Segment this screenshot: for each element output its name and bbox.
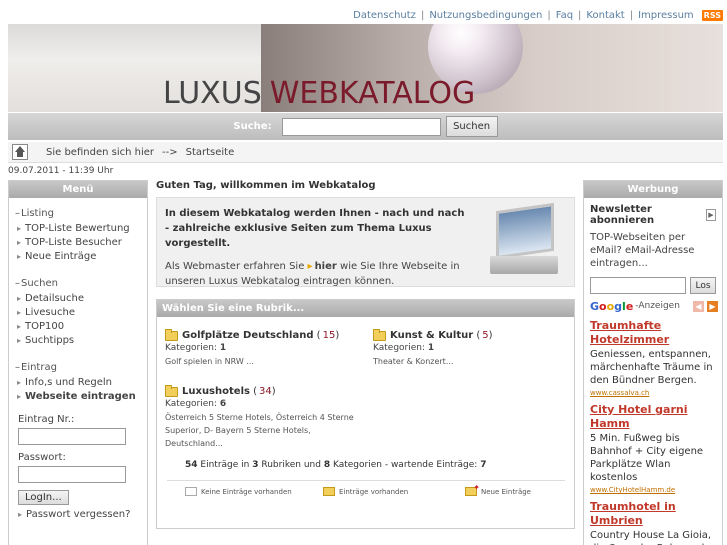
ad-url[interactable]: www.CityHotelHamm.de: [590, 486, 718, 494]
intro-text: Als Webmaster erfahren Sie hier wie Sie …: [165, 259, 475, 289]
hier-link[interactable]: hier: [308, 261, 337, 272]
breadcrumb-current[interactable]: Startseite: [186, 147, 235, 158]
left-sidebar: Menü Listing TOP-Liste Bewertung TOP-Lis…: [8, 180, 148, 545]
entry-label: Eintrag Nr.:: [18, 414, 75, 425]
category-luxushotels: Luxushotels (34) Kategorien: 6 Österreic…: [165, 384, 365, 450]
google-ads: Google -Anzeigen ◀ ▶ Traumhafte Hotelzimm…: [590, 299, 718, 545]
search-input[interactable]: [281, 117, 441, 136]
chevron-left-icon[interactable]: ◀: [693, 300, 704, 312]
section-title: Eintrag: [15, 362, 147, 373]
breadcrumb: Sie befinden sich hier --> Startseite: [8, 142, 723, 163]
section-title: Suchen: [15, 278, 147, 289]
legend-filled: Einträge vorhanden: [323, 487, 408, 496]
folder-icon: [373, 328, 386, 341]
menu-section-listing: Listing TOP-Liste Bewertung TOP-Liste Be…: [15, 208, 147, 264]
category-desc: Theater & Konzert...: [373, 357, 454, 366]
password-label: Passwort:: [18, 452, 66, 463]
menu-item-webseite-eintragen[interactable]: Webseite eintragen: [15, 390, 147, 404]
search-bar: Suche: Suchen: [8, 113, 723, 140]
rss-icon[interactable]: RSS: [701, 9, 723, 21]
category-link[interactable]: Kunst & Kultur: [390, 330, 473, 341]
search-label: Suche:: [233, 121, 272, 132]
link-nutzungsbedingungen[interactable]: Nutzungsbedingungen: [429, 10, 542, 21]
empty-folder-icon: [185, 487, 197, 496]
forgot-password-link[interactable]: Passwort vergessen?: [18, 508, 147, 522]
category-link[interactable]: Luxushotels: [182, 386, 250, 397]
login-form: Eintrag Nr.: Passwort: LogIn... Passwort…: [18, 414, 147, 522]
menu-item-top-bewertung[interactable]: TOP-Liste Bewertung: [15, 222, 147, 236]
newsletter-title: Newsletter abonnieren: [590, 204, 655, 226]
legend: Keine Einträge vorhanden Einträge vorhan…: [167, 480, 565, 500]
section-title: Listing: [15, 208, 147, 219]
google-logo: Google: [590, 299, 634, 313]
main-content: Guten Tag, willkommen im Webkatalog In d…: [156, 180, 575, 529]
menu-item-neue-eintraege[interactable]: Neue Einträge: [15, 250, 147, 264]
newsletter-box: Newsletter abonnieren ▶ TOP-Webseiten per…: [584, 198, 722, 294]
menu-header: Menü: [9, 181, 147, 198]
werbung-header: Werbung: [584, 181, 722, 198]
rubrik-panel: Wählen Sie eine Rubrik... Golfplätze Deu…: [156, 299, 575, 529]
link-datenschutz[interactable]: Datenschutz: [353, 10, 416, 21]
search-button[interactable]: Suchen: [445, 116, 498, 137]
intro-bold: In diesem Webkatalog werden Ihnen - nach…: [165, 208, 465, 249]
rubrik-header: Wählen Sie eine Rubrik...: [157, 300, 574, 317]
ad-url[interactable]: www.cassalva.ch: [590, 389, 718, 397]
breadcrumb-arrow: -->: [162, 146, 178, 158]
ad-title[interactable]: Traumhafte Hotelzimmer: [590, 319, 718, 347]
legend-new: Neue Einträge: [465, 483, 531, 496]
ad-title[interactable]: Traumhotel in Umbrien: [590, 500, 718, 528]
chevron-right-icon[interactable]: ▶: [707, 300, 718, 312]
ad-item: Traumhotel in Umbrien Country House La G…: [590, 500, 718, 545]
password-input[interactable]: [18, 466, 126, 483]
legend-empty: Keine Einträge vorhanden: [185, 487, 292, 496]
category-kunst: Kunst & Kultur (5) Kategorien: 1 Theater…: [373, 328, 563, 368]
category-golf: Golfplätze Deutschland (15) Kategorien: …: [165, 328, 365, 368]
new-folder-icon: [465, 483, 480, 496]
menu-item-detailsuche[interactable]: Detailsuche: [15, 292, 147, 306]
newsletter-text: TOP-Webseiten per eMail? eMail-Adresse e…: [590, 232, 695, 269]
greeting: Guten Tag, willkommen im Webkatalog: [156, 180, 376, 191]
folder-icon: [165, 328, 178, 341]
ads-label: -Anzeigen: [635, 301, 680, 311]
intro-box: In diesem Webkatalog werden Ihnen - nach…: [156, 197, 575, 287]
folder-icon: [165, 384, 178, 397]
top-links: Datenschutz | Nutzungsbedingungen | Faq | K…: [353, 9, 723, 21]
category-desc: Österreich 5 Sterne Hotels, Österreich 4…: [165, 413, 354, 448]
menu-section-eintrag: Eintrag Info,s und Regeln Webseite eintr…: [15, 362, 147, 404]
category-desc: Golf spielen in NRW ...: [165, 357, 254, 366]
menu-section-suchen: Suchen Detailsuche Livesuche TOP100 Such…: [15, 278, 147, 348]
header-banner: LUXUS WEBKATALOG: [8, 24, 723, 112]
monitor-image: [488, 202, 560, 279]
ad-desc: Geniessen, entspannen, märchenhafte Träu…: [590, 349, 713, 386]
folder-icon: [323, 487, 335, 496]
site-logo[interactable]: LUXUS WEBKATALOG: [163, 76, 475, 111]
breadcrumb-prefix: Sie befinden sich hier: [46, 146, 154, 158]
home-icon[interactable]: [12, 144, 28, 160]
ad-item: City Hotel garni Hamm 5 Min. Fußweg bis …: [590, 403, 718, 494]
category-link[interactable]: Golfplätze Deutschland: [182, 330, 314, 341]
ad-title[interactable]: City Hotel garni Hamm: [590, 403, 718, 431]
menu-item-infos-regeln[interactable]: Info,s und Regeln: [15, 376, 147, 390]
entries-summary: 54 Einträge in 3 Rubriken und 8 Kategori…: [185, 460, 487, 470]
link-kontakt[interactable]: Kontakt: [586, 10, 624, 21]
right-sidebar: Werbung Newsletter abonnieren ▶ TOP-Webse…: [583, 180, 723, 545]
ad-desc: 5 Min. Fußweg bis Bahnhof + City eigene …: [590, 433, 704, 483]
menu-item-suchtipps[interactable]: Suchtipps: [15, 334, 147, 348]
chevron-right-icon[interactable]: ▶: [705, 209, 716, 221]
entry-number-input[interactable]: [18, 428, 126, 445]
menu-item-top100[interactable]: TOP100: [15, 320, 147, 334]
ad-item: Traumhafte Hotelzimmer Geniessen, entspa…: [590, 319, 718, 397]
datetime: 09.07.2011 - 11:39 Uhr: [8, 166, 114, 176]
newsletter-submit-button[interactable]: Los: [690, 277, 716, 294]
newsletter-email-input[interactable]: [590, 277, 686, 294]
login-button[interactable]: LogIn...: [18, 490, 69, 505]
link-impressum[interactable]: Impressum: [638, 10, 694, 21]
link-faq[interactable]: Faq: [556, 10, 573, 21]
menu-item-livesuche[interactable]: Livesuche: [15, 306, 147, 320]
menu-item-top-besucher[interactable]: TOP-Liste Besucher: [15, 236, 147, 250]
ad-desc: Country House La Gioia, die Oase der Ruh…: [590, 530, 712, 545]
